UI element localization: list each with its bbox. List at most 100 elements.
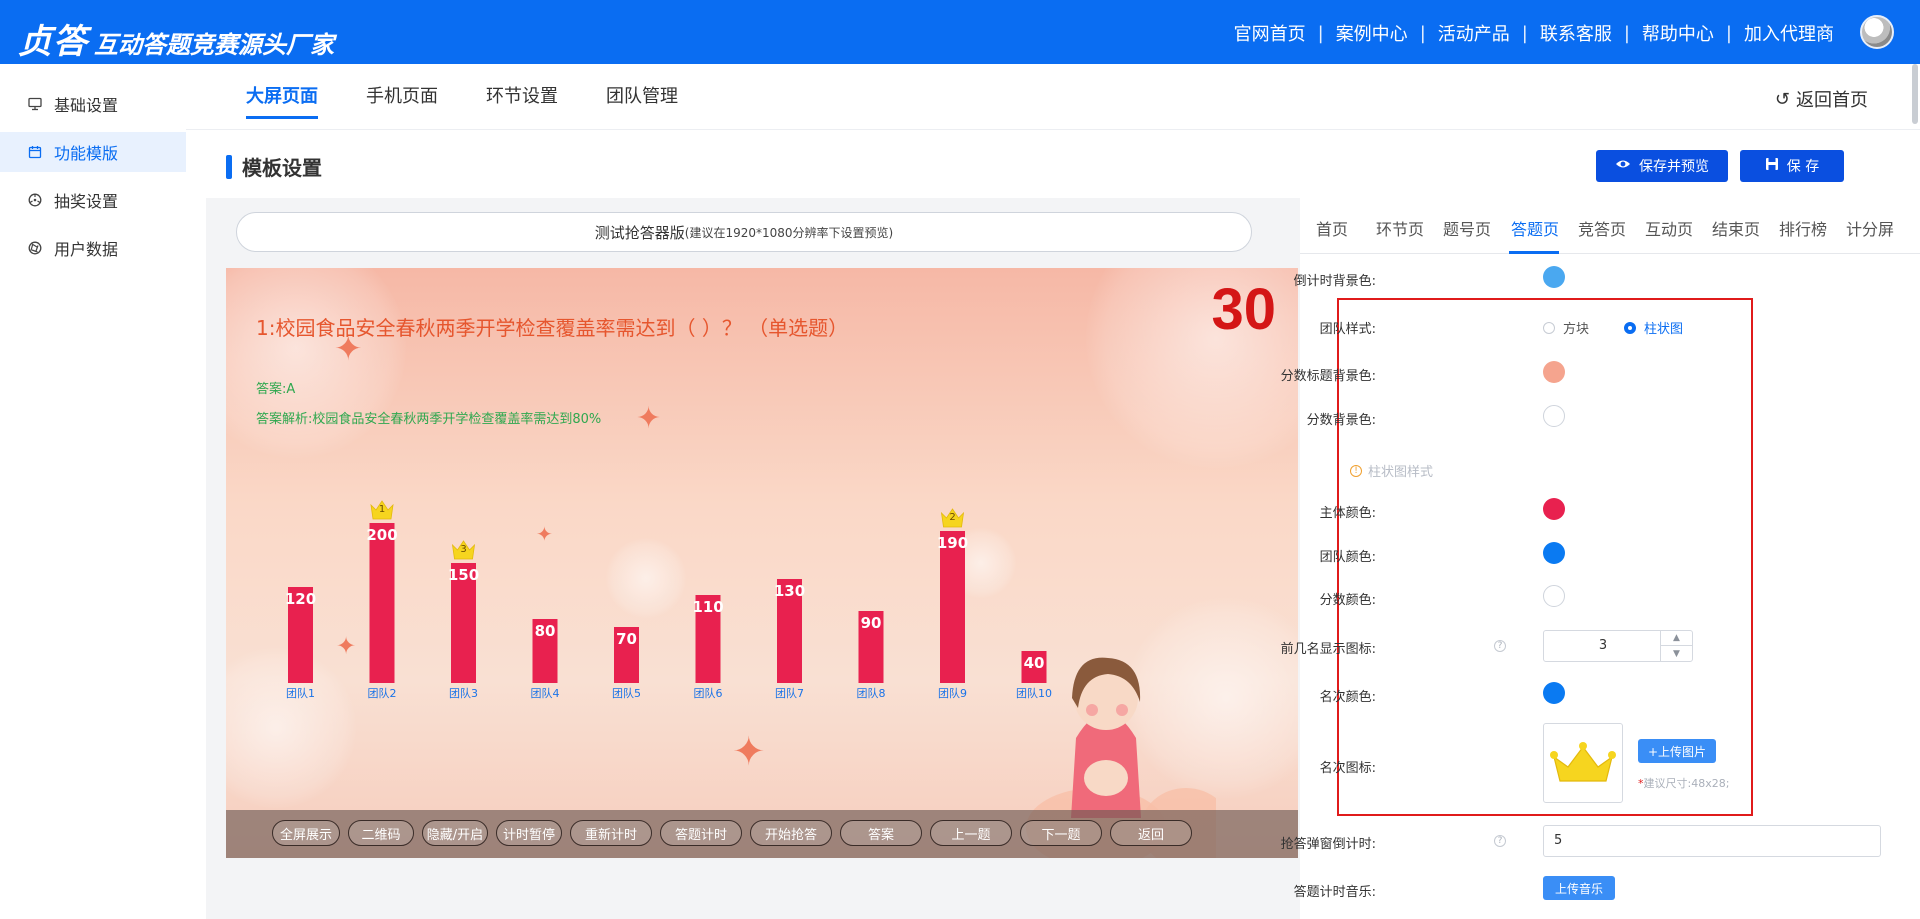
bar-value-label: 130 <box>774 582 805 600</box>
main-color-swatch[interactable] <box>1543 498 1565 520</box>
main-tabs: 大屏页面 手机页面 环节设置 团队管理 ↺ 返回首页 <box>186 64 1920 130</box>
sidebar-item-function-template[interactable]: 功能模版 <box>0 132 186 172</box>
countdown-bg-color-swatch[interactable] <box>1543 266 1565 288</box>
upload-image-button[interactable]: +上传图片 <box>1638 739 1716 763</box>
team-label: 团队8 <box>857 686 886 700</box>
team-style-block-radio[interactable]: 方块 <box>1543 318 1589 337</box>
bar-value-label: 200 <box>366 526 397 544</box>
back-home-label: 返回首页 <box>1796 90 1868 111</box>
floppy-disk-icon <box>1765 157 1779 175</box>
page-title: 模板设置 <box>242 156 322 180</box>
save-preview-button[interactable]: 保存并预览 <box>1596 150 1728 182</box>
increment-icon[interactable]: ▲ <box>1661 631 1692 646</box>
rank-color-label: 名次颜色: <box>1319 690 1376 705</box>
score-bg-label: 分数背景色: <box>1306 413 1376 428</box>
restart-timer-button[interactable]: 重新计时 <box>570 820 652 846</box>
scrollbar-thumb[interactable] <box>1912 64 1918 124</box>
preview-area: 测试抢答器版 (建议在1920*1080分辨率下设置预览) ✦ ✦ ✦ ✦ ✦ 1… <box>206 198 1300 919</box>
preview-title: 测试抢答器版 <box>594 223 685 242</box>
size-hint: *建议尺寸:48x28; <box>1638 777 1730 790</box>
help-icon[interactable]: ? <box>1494 640 1506 652</box>
team-label: 团队5 <box>612 686 641 700</box>
bar-value-label: 70 <box>616 630 637 648</box>
rank-icon-preview[interactable] <box>1543 723 1623 803</box>
rank-color-swatch[interactable] <box>1543 682 1565 704</box>
qrcode-button[interactable]: 二维码 <box>348 820 414 846</box>
score-color-swatch[interactable] <box>1543 585 1565 607</box>
bar-value-label: 80 <box>535 622 556 640</box>
team-label: 团队2 <box>368 686 397 700</box>
hide-show-button[interactable]: 隐藏/开启 <box>422 820 488 846</box>
tab-stage-page[interactable]: 环节页 <box>1376 216 1424 240</box>
top-n-value[interactable]: 3 <box>1544 631 1662 661</box>
top-n-label: 前几名显示图标: <box>1280 642 1376 657</box>
nav-help-center[interactable]: 帮助中心 <box>1642 20 1714 46</box>
sidebar-item-user-data[interactable]: 用户数据 <box>0 228 186 268</box>
sidebar-item-basic-settings[interactable]: 基础设置 <box>0 84 186 124</box>
upload-music-button[interactable]: 上传音乐 <box>1543 876 1615 900</box>
back-home-link[interactable]: ↺ 返回首页 <box>1775 86 1868 112</box>
score-color-label: 分数颜色: <box>1319 593 1376 608</box>
next-question-button[interactable]: 下一题 <box>1020 820 1102 846</box>
timer-pause-button[interactable]: 计时暂停 <box>496 820 562 846</box>
stepper-controls: ▲ ▼ <box>1660 631 1692 661</box>
top-n-stepper[interactable]: 3 ▲ ▼ <box>1543 630 1693 662</box>
bar-value-label: 120 <box>285 590 316 608</box>
team-color-swatch[interactable] <box>1543 542 1565 564</box>
tab-interaction-page[interactable]: 互动页 <box>1645 216 1693 240</box>
top-header: 贞答 互动答题竞赛源头厂家 官网首页 | 案例中心 | 活动产品 | 联系客服 | 帮助… <box>0 0 1920 64</box>
sidebar-item-label: 基础设置 <box>54 96 119 115</box>
tab-answer-page[interactable]: 答题页 <box>1511 216 1559 240</box>
team-label: 团队7 <box>775 686 804 700</box>
top-nav: 官网首页 | 案例中心 | 活动产品 | 联系客服 | 帮助中心 | 加入代理商 <box>1234 20 1834 46</box>
tab-leaderboard[interactable]: 排行榜 <box>1779 216 1827 240</box>
avatar[interactable] <box>1860 15 1894 49</box>
tab-big-screen[interactable]: 大屏页面 <box>246 82 318 119</box>
score-title-bg-color-swatch[interactable] <box>1543 361 1565 383</box>
help-icon[interactable]: ? <box>1494 835 1506 847</box>
control-bar: 全屏展示 二维码 隐藏/开启 计时暂停 重新计时 答题计时 开始抢答 答案 上一… <box>226 810 1298 858</box>
nav-separator: | <box>1419 22 1426 44</box>
tab-stage-settings[interactable]: 环节设置 <box>486 82 558 116</box>
team-style-bar-radio[interactable]: 柱状图 <box>1624 318 1683 337</box>
brand[interactable]: 贞答 互动答题竞赛源头厂家 <box>18 14 334 63</box>
score-bg-color-swatch[interactable] <box>1543 405 1565 427</box>
brand-slogan: 互动答题竞赛源头厂家 <box>94 31 334 59</box>
bar-style-title: 柱状图样式 <box>1368 465 1434 480</box>
save-label: 保 存 <box>1786 159 1820 175</box>
tab-competition-page[interactable]: 竞答页 <box>1578 216 1626 240</box>
tab-team-management[interactable]: 团队管理 <box>606 82 678 116</box>
save-button[interactable]: 保 存 <box>1740 150 1844 182</box>
answer-timer-button[interactable]: 答题计时 <box>660 820 742 846</box>
bar-value-label: 190 <box>937 534 968 552</box>
team-label: 团队9 <box>938 686 967 700</box>
sidebar-item-label: 抽奖设置 <box>54 192 119 211</box>
wheel-icon <box>26 191 44 209</box>
tab-question-number-page[interactable]: 题号页 <box>1443 216 1491 240</box>
fullscreen-button[interactable]: 全屏展示 <box>272 820 340 846</box>
nav-contact-service[interactable]: 联系客服 <box>1540 20 1612 46</box>
buzz-countdown-input[interactable]: 5 <box>1543 825 1881 857</box>
nav-join-agent[interactable]: 加入代理商 <box>1744 20 1834 46</box>
title-accent-bar <box>226 154 232 179</box>
answer-button[interactable]: 答案 <box>840 820 922 846</box>
tab-mobile-page[interactable]: 手机页面 <box>366 82 438 116</box>
info-icon: ! <box>1350 464 1362 477</box>
nav-case-center[interactable]: 案例中心 <box>1336 20 1408 46</box>
active-tab-underline <box>1509 251 1559 254</box>
sidebar-item-lottery-settings[interactable]: 抽奖设置 <box>0 180 186 220</box>
tab-home[interactable]: 首页 <box>1316 216 1348 240</box>
tab-score-screen[interactable]: 计分屏 <box>1846 216 1894 240</box>
crown-icon: 3 <box>451 540 476 560</box>
start-buzz-button[interactable]: 开始抢答 <box>750 820 832 846</box>
tab-end-page[interactable]: 结束页 <box>1712 216 1760 240</box>
nav-separator: | <box>1623 22 1630 44</box>
previous-question-button[interactable]: 上一题 <box>930 820 1012 846</box>
bar-value-label: 40 <box>1024 654 1045 672</box>
team-score-chart: 120 团队1 200 团队2 1 150 团队3 3 80 团队4 70 团队5 110 团队6 130 团… <box>285 500 1052 700</box>
decrement-icon[interactable]: ▼ <box>1661 646 1692 661</box>
crown-rank-label: 2 <box>949 512 955 523</box>
bar-value-label: 110 <box>692 598 723 616</box>
nav-activity-products[interactable]: 活动产品 <box>1438 20 1510 46</box>
nav-official-home[interactable]: 官网首页 <box>1234 20 1306 46</box>
